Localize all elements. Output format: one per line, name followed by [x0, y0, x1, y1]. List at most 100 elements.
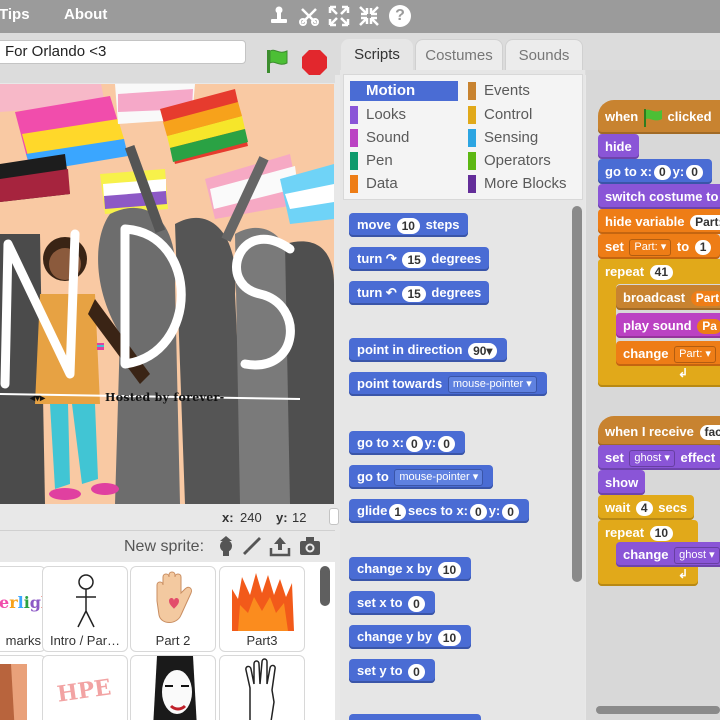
- when-flag-clicked-block[interactable]: when clicked: [598, 100, 720, 134]
- value-input[interactable]: 10: [437, 629, 462, 646]
- script-area-scrollbar[interactable]: [596, 706, 720, 714]
- category-sensing[interactable]: Sensing: [468, 128, 538, 148]
- sprite-tile-8[interactable]: [219, 655, 305, 720]
- secs-input[interactable]: 1: [389, 503, 407, 520]
- category-swatch: [468, 106, 476, 124]
- effect-dropdown[interactable]: ghost ▾: [629, 450, 675, 468]
- menu-tips[interactable]: Tips: [0, 6, 30, 23]
- play-sound-block[interactable]: play sound Pa: [616, 313, 720, 338]
- sprite-tile-intro[interactable]: Intro / Par…: [42, 566, 128, 652]
- x-input[interactable]: 0: [653, 165, 671, 181]
- y-input[interactable]: 0: [686, 165, 703, 181]
- change-x-block[interactable]: change x by 10: [349, 557, 472, 581]
- sprite-tile-6[interactable]: HPE: [42, 655, 128, 720]
- sprite-tile-5[interactable]: [0, 655, 46, 720]
- category-pen[interactable]: Pen: [350, 151, 393, 171]
- y-input[interactable]: 0: [502, 503, 519, 520]
- block-text: degrees: [431, 285, 482, 300]
- show-block[interactable]: show: [598, 470, 646, 495]
- hide-variable-block[interactable]: hide variable Part:: [598, 209, 720, 234]
- sprite-tile-part3[interactable]: Part3: [219, 566, 305, 652]
- go-to-block[interactable]: go to mouse-pointer ▾: [349, 465, 494, 489]
- stage[interactable]: ◂▾▸ Hosted by forever-: [0, 84, 334, 504]
- variable-dropdown[interactable]: Part: ▾: [674, 346, 716, 364]
- category-looks[interactable]: Looks: [350, 105, 406, 125]
- target-dropdown[interactable]: mouse-pointer ▾: [447, 376, 537, 394]
- variable-dropdown[interactable]: Part: ▾: [629, 239, 672, 257]
- sprite-tile-7[interactable]: [130, 655, 216, 720]
- value-input[interactable]: 0: [408, 595, 425, 612]
- x-input[interactable]: 0: [470, 503, 487, 520]
- category-operators[interactable]: Operators: [468, 151, 551, 171]
- turn-right-block[interactable]: turn ↷ 15 degrees: [349, 247, 490, 271]
- sprite-library-icon[interactable]: [215, 535, 237, 557]
- grow-icon[interactable]: [328, 5, 350, 27]
- stage-hosted-text: Hosted by forever-: [105, 391, 225, 404]
- category-control[interactable]: Control: [468, 105, 532, 125]
- point-towards-block[interactable]: point towards mouse-pointer ▾: [349, 372, 547, 396]
- camera-icon[interactable]: [298, 535, 322, 557]
- sprite-list-scrollbar[interactable]: [320, 566, 330, 606]
- set-x-block[interactable]: set x to 0: [349, 591, 435, 615]
- green-flag-icon[interactable]: [263, 47, 291, 75]
- category-data[interactable]: Data: [350, 174, 398, 194]
- go-to-xy-block[interactable]: go to x: 0 y: 0: [598, 159, 712, 184]
- upload-icon[interactable]: [268, 534, 292, 558]
- hide-block[interactable]: hide: [598, 134, 639, 159]
- category-motion[interactable]: Motion: [350, 81, 458, 101]
- wait-block[interactable]: wait 4 secs: [598, 495, 695, 520]
- script-area[interactable]: when clicked hide go to x: 0 y: 0 switch co…: [586, 70, 720, 720]
- project-title-input[interactable]: For Orlando <3: [0, 40, 246, 64]
- value-input[interactable]: 10: [437, 561, 462, 578]
- category-events[interactable]: Events: [468, 81, 530, 101]
- stop-sign-icon[interactable]: [301, 49, 328, 76]
- count-input[interactable]: 10: [649, 526, 674, 542]
- menu-about[interactable]: About: [64, 6, 107, 23]
- count-input[interactable]: 41: [649, 265, 674, 281]
- move-steps-block[interactable]: move 10 steps: [349, 213, 468, 237]
- duplicate-stamp-icon[interactable]: [268, 5, 290, 27]
- switch-costume-block[interactable]: switch costume to: [598, 184, 720, 209]
- point-in-direction-block[interactable]: point in direction 90▾: [349, 338, 508, 362]
- value-input[interactable]: 0: [408, 663, 425, 680]
- value-input[interactable]: 1: [694, 240, 712, 256]
- glide-block[interactable]: glide 1 secs to x: 0 y: 0: [349, 499, 529, 523]
- change-variable-block[interactable]: change Part: ▾: [616, 341, 720, 366]
- sprite-tile-marks[interactable]: erlight marks: [0, 566, 60, 652]
- new-sprite-label: New sprite:: [124, 538, 205, 555]
- x-input[interactable]: 0: [405, 435, 423, 452]
- next-block[interactable]: [349, 714, 481, 720]
- degrees-input[interactable]: 15: [402, 285, 426, 302]
- hope-text-thumbnail: HPE: [55, 674, 113, 708]
- target-dropdown[interactable]: mouse-pointer ▾: [394, 469, 484, 487]
- steps-input[interactable]: 10: [396, 217, 420, 234]
- delete-scissors-icon[interactable]: [298, 5, 320, 27]
- turn-left-block[interactable]: turn ↶ 15 degrees: [349, 281, 490, 305]
- set-variable-block[interactable]: set Part: ▾ to 1: [598, 234, 720, 259]
- message-dropdown[interactable]: Part: [690, 291, 720, 307]
- sound-dropdown[interactable]: Pa: [697, 319, 720, 335]
- message-dropdown[interactable]: fac: [699, 425, 720, 441]
- broadcast-block[interactable]: broadcast Part: [616, 285, 720, 310]
- repeat-block[interactable]: repeat 41: [598, 259, 683, 284]
- category-sound[interactable]: Sound: [350, 128, 409, 148]
- variable-input[interactable]: Part:: [690, 215, 720, 231]
- shrink-icon[interactable]: [358, 5, 380, 27]
- direction-input[interactable]: 90▾: [468, 342, 498, 359]
- stage-resize-handle[interactable]: [329, 508, 339, 525]
- change-y-block[interactable]: change y by 10: [349, 625, 472, 649]
- effect-dropdown[interactable]: ghost ▾: [674, 547, 720, 565]
- secs-input[interactable]: 4: [635, 501, 653, 517]
- category-more-blocks[interactable]: More Blocks: [468, 174, 567, 194]
- degrees-input[interactable]: 15: [402, 251, 426, 268]
- set-y-block[interactable]: set y to 0: [349, 659, 435, 683]
- paint-brush-icon[interactable]: [241, 535, 263, 557]
- y-input[interactable]: 0: [438, 435, 455, 452]
- help-icon[interactable]: ?: [389, 5, 411, 27]
- go-to-xy-block[interactable]: go to x: 0 y: 0: [349, 431, 465, 455]
- palette-scrollbar[interactable]: [572, 206, 582, 582]
- change-effect-block[interactable]: change ghost ▾: [616, 542, 720, 567]
- set-effect-block[interactable]: set ghost ▾ effect: [598, 445, 720, 470]
- when-i-receive-block[interactable]: when I receive fac: [598, 416, 720, 446]
- sprite-tile-part-2[interactable]: Part 2: [130, 566, 216, 652]
